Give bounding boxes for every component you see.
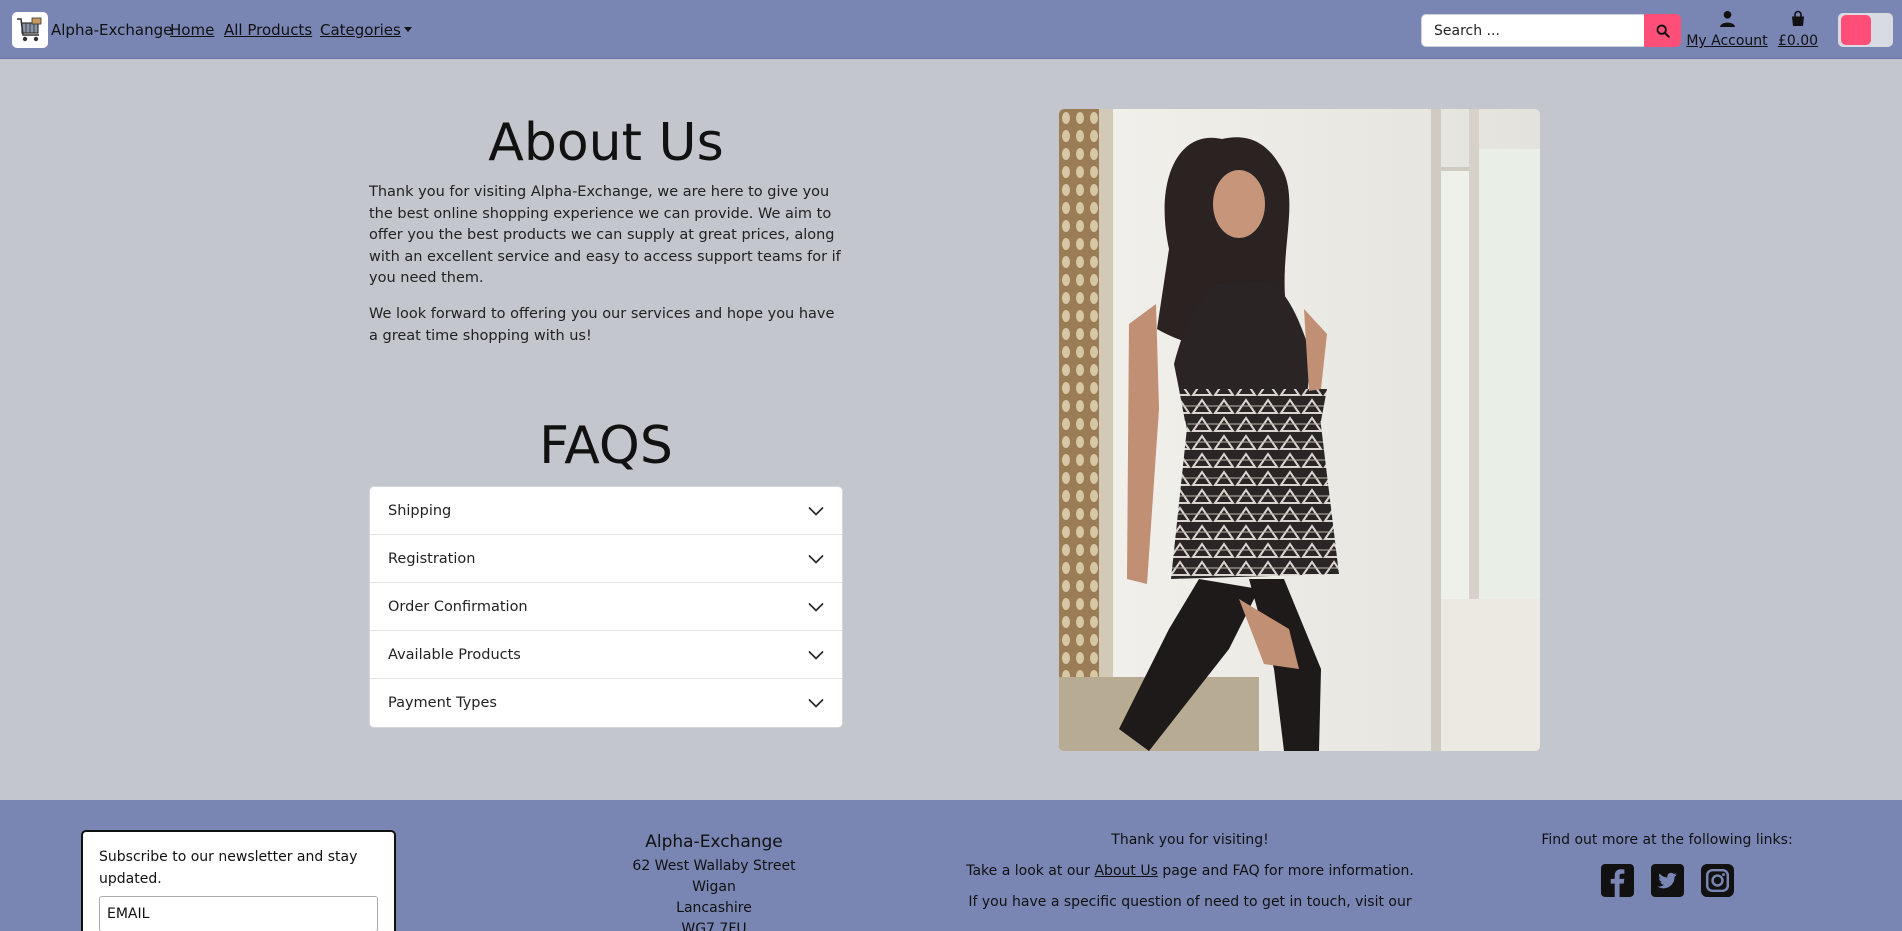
chevron-down-icon xyxy=(808,650,824,660)
chevron-down-icon xyxy=(808,602,824,612)
user-icon xyxy=(1719,10,1735,27)
footer-about-link[interactable]: About Us xyxy=(1094,863,1157,879)
toggle-knob xyxy=(1841,15,1871,45)
about-info-text: Take a look at our About Us page and FAQ… xyxy=(966,863,1414,879)
faq-item-label: Registration xyxy=(388,550,476,567)
chevron-down-icon xyxy=(808,554,824,564)
nav-home-link[interactable]: Home xyxy=(170,21,214,39)
about-paragraph-1: Thank you for visiting Alpha-Exchange, w… xyxy=(369,184,841,286)
faq-item-label: Order Confirmation xyxy=(388,598,528,615)
instagram-icon[interactable] xyxy=(1700,864,1734,897)
top-navbar: Alpha-Exchange Home All Products Categor… xyxy=(0,0,1902,59)
about-hero-photo xyxy=(1059,109,1540,751)
my-account-label: My Account xyxy=(1686,33,1768,49)
twitter-icon[interactable] xyxy=(1650,864,1684,897)
nav-categories-dropdown[interactable]: Categories xyxy=(320,21,412,39)
visit-info: Thank you for visiting! Take a look at o… xyxy=(955,832,1425,925)
address-line: WG7 7FU xyxy=(681,921,747,931)
my-account-link[interactable]: My Account xyxy=(1685,10,1769,49)
theme-toggle[interactable] xyxy=(1838,13,1893,47)
cart-link[interactable]: £0.00 xyxy=(1776,10,1820,49)
social-links-title: Find out more at the following links: xyxy=(1541,832,1793,848)
newsletter-signup: Subscribe to our newsletter and stay upd… xyxy=(81,830,396,931)
brand-name[interactable]: Alpha-Exchange xyxy=(51,21,172,39)
faq-item-shipping[interactable]: Shipping xyxy=(370,487,842,535)
facebook-icon[interactable] xyxy=(1600,864,1634,897)
faq-title: FAQS xyxy=(539,416,673,476)
about-title: About Us xyxy=(488,113,724,173)
address-line: Wigan xyxy=(692,879,736,895)
site-logo[interactable] xyxy=(12,12,48,48)
search-button[interactable] xyxy=(1644,14,1681,47)
contact-text: If you have a specific question of need … xyxy=(968,894,1412,910)
faq-item-payment-types[interactable]: Payment Types xyxy=(370,679,842,727)
faq-item-available-products[interactable]: Available Products xyxy=(370,631,842,679)
categories-label: Categories xyxy=(320,21,401,39)
address-line: Lancashire xyxy=(676,900,752,916)
thanks-text: Thank you for visiting! xyxy=(1111,832,1269,848)
faq-item-label: Shipping xyxy=(388,502,452,519)
faq-item-label: Available Products xyxy=(388,646,521,663)
chevron-down-icon xyxy=(808,698,824,708)
site-footer: Subscribe to our newsletter and stay upd… xyxy=(0,800,1902,931)
newsletter-text: Subscribe to our newsletter and stay upd… xyxy=(99,849,358,887)
search-input[interactable] xyxy=(1421,14,1645,47)
nav-all-products-link[interactable]: All Products xyxy=(224,21,312,39)
address-line: 62 West Wallaby Street xyxy=(632,858,796,874)
email-field[interactable] xyxy=(99,896,378,931)
faq-item-label: Payment Types xyxy=(388,695,497,711)
chevron-down-icon xyxy=(808,506,824,516)
social-links: Find out more at the following links: xyxy=(1527,832,1807,897)
company-address: Alpha-Exchange 62 West Wallaby Street Wi… xyxy=(614,832,814,931)
faq-accordion: Shipping Registration Order Confirmation… xyxy=(369,486,843,728)
company-name: Alpha-Exchange xyxy=(645,832,783,852)
faq-item-order-confirmation[interactable]: Order Confirmation xyxy=(370,583,842,631)
shopping-bag-icon xyxy=(1792,10,1804,26)
cart-total: £0.00 xyxy=(1777,33,1819,49)
about-paragraph-2: We look forward to offering you our serv… xyxy=(369,306,835,344)
faq-item-registration[interactable]: Registration xyxy=(370,535,842,583)
search-icon xyxy=(1656,24,1670,38)
chevron-down-icon xyxy=(403,27,412,32)
